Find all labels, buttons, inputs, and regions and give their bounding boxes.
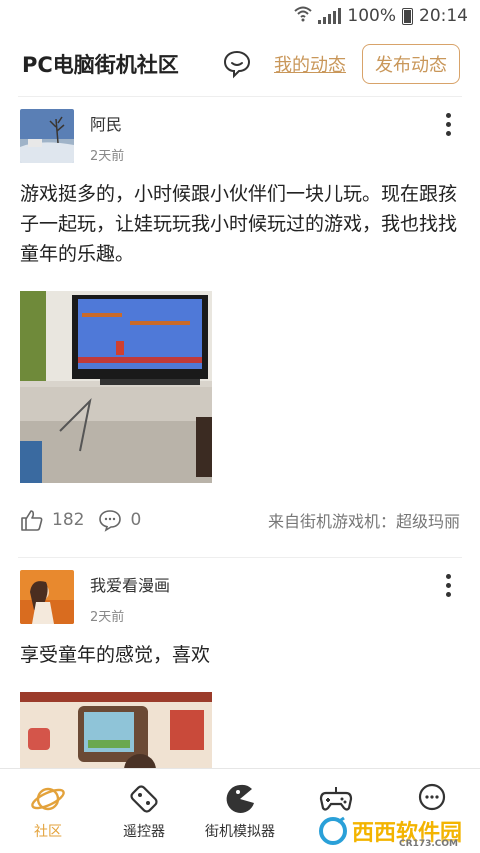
tab-remote[interactable]: 遥控器: [96, 769, 192, 853]
author-name[interactable]: 我爱看漫画: [90, 572, 170, 596]
publish-button[interactable]: 发布动态: [362, 44, 460, 84]
post-text: 游戏挺多的，小时候跟小伙伴们一块儿玩。现在跟孩子一起玩，让娃玩玩我小时候玩过的游…: [20, 183, 458, 265]
clock: 20:14: [419, 6, 468, 26]
page-title: PC电脑街机社区: [22, 53, 179, 77]
watermark-logo: 西西软件园 CR173.COM: [318, 815, 462, 849]
battery-icon: [402, 7, 413, 25]
status-bar: 100% 20:14: [0, 0, 480, 32]
avatar[interactable]: [20, 570, 74, 624]
signal-icon: [318, 8, 342, 24]
comment-icon: [99, 510, 122, 532]
post-time: 2天前: [90, 149, 125, 164]
more-icon[interactable]: [446, 113, 452, 140]
post-image[interactable]: [20, 291, 212, 483]
more-icon[interactable]: [446, 574, 452, 601]
watermark-subtext: CR173.COM: [399, 839, 458, 849]
avatar[interactable]: [20, 109, 74, 163]
post-actions: 182 0 来自街机游戏机：超级玛丽: [20, 483, 460, 557]
my-posts-link[interactable]: 我的动态: [274, 51, 346, 77]
app-header: PC电脑街机社区 我的动态 发布动态: [0, 32, 480, 96]
pacman-icon: [226, 784, 254, 813]
wifi-icon: [294, 6, 313, 27]
chat-icon: [418, 783, 446, 811]
tab-label: 遥控器: [123, 824, 165, 840]
post-card[interactable]: 我爱看漫画 2天前 享受童年的感觉，喜欢: [0, 558, 480, 772]
logo-icon: [318, 816, 347, 845]
tab-community[interactable]: 社区: [0, 769, 96, 853]
tab-label: 社区: [34, 824, 62, 840]
comment-button[interactable]: 0: [98, 508, 141, 532]
post-image[interactable]: [20, 692, 212, 772]
tab-label: 街机模拟器: [205, 824, 275, 840]
post-source[interactable]: 来自街机游戏机：超级玛丽: [268, 508, 460, 532]
remote-icon: [130, 785, 158, 813]
thumbs-up-icon: [21, 510, 43, 531]
tab-emulator[interactable]: 街机模拟器: [192, 769, 288, 853]
post-text: 享受童年的感觉，喜欢: [20, 644, 211, 666]
like-count: 182: [52, 510, 85, 530]
post-card[interactable]: 阿民 2天前 游戏挺多的，小时候跟小伙伴们一块儿玩。现在跟孩子一起玩，让娃玩玩我…: [0, 97, 480, 557]
planet-icon: [31, 787, 65, 811]
message-icon[interactable]: [222, 49, 252, 79]
battery-percent: 100%: [347, 6, 396, 26]
comment-count: 0: [130, 510, 142, 530]
like-button[interactable]: 182: [20, 508, 84, 532]
author-name[interactable]: 阿民: [90, 111, 124, 135]
gamepad-icon: [319, 787, 353, 811]
post-time: 2天前: [90, 610, 125, 625]
